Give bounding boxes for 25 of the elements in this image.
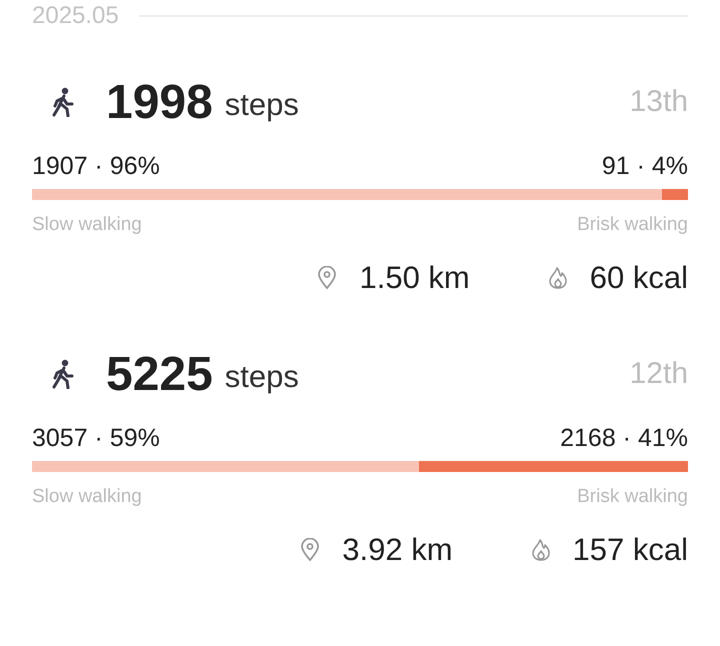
location-pin-icon xyxy=(300,538,320,562)
brisk-walking-label: Brisk walking xyxy=(577,486,688,508)
day-label: 13th xyxy=(630,85,688,119)
steps-unit: steps xyxy=(224,359,299,394)
walking-person-icon xyxy=(50,87,76,117)
calories-value: 157 kcal xyxy=(572,532,688,568)
distance-value: 1.50 km xyxy=(359,260,470,296)
step-count: 5225 xyxy=(106,346,213,402)
location-pin-icon xyxy=(317,266,338,290)
brisk-walking-stat: 91 · 4% xyxy=(602,152,688,181)
slow-walking-label: Slow walking xyxy=(32,214,142,236)
step-count: 1998 xyxy=(106,74,213,130)
slow-walking-stat: 3057 · 59% xyxy=(32,424,160,453)
flame-icon xyxy=(548,266,568,290)
day-label: 12th xyxy=(630,357,688,391)
month-label: 2025.05 xyxy=(32,2,119,30)
slow-walking-label: Slow walking xyxy=(32,486,142,508)
walking-person-icon xyxy=(50,359,76,389)
brisk-walking-stat: 2168 · 41% xyxy=(560,424,688,453)
calories-value: 60 kcal xyxy=(590,260,688,296)
steps-unit: steps xyxy=(224,87,299,122)
flame-icon xyxy=(530,538,551,562)
brisk-walking-label: Brisk walking xyxy=(577,214,688,236)
distance-value: 3.92 km xyxy=(342,532,453,568)
slow-walking-stat: 1907 · 96% xyxy=(32,152,160,181)
